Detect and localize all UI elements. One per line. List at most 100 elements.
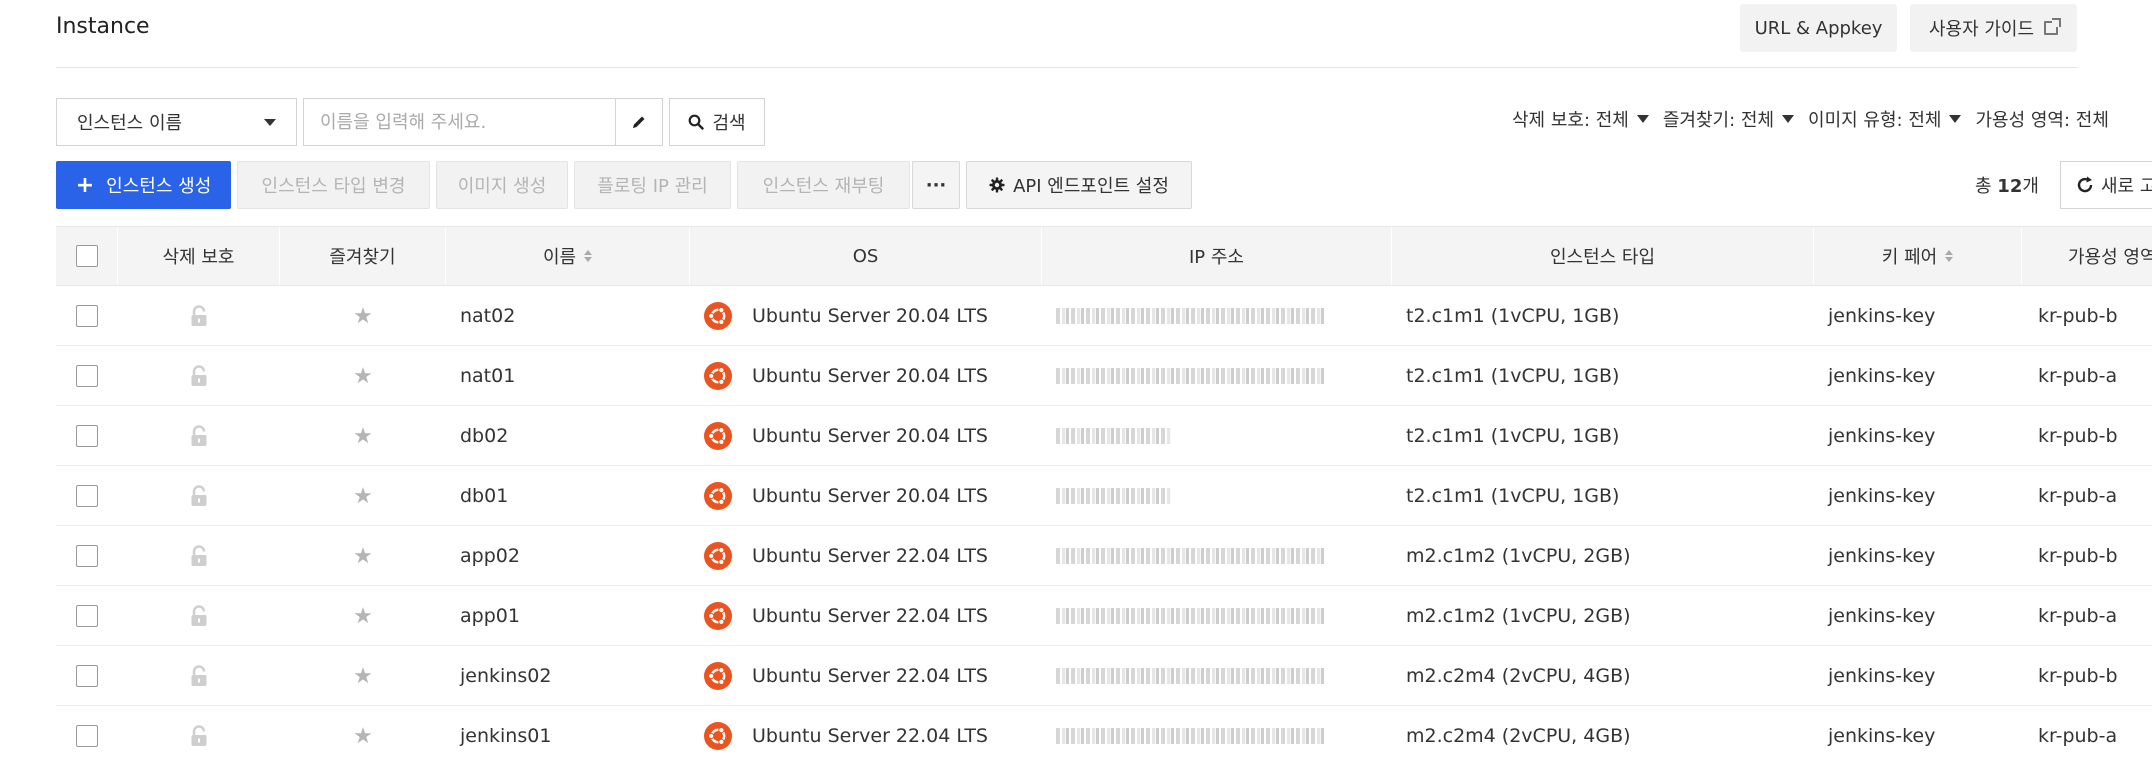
ubuntu-icon	[704, 722, 732, 750]
lock-icon[interactable]	[190, 665, 208, 687]
lock-icon[interactable]	[190, 725, 208, 747]
search-field-select[interactable]: 인스턴스 이름	[56, 98, 297, 146]
instance-type: m2.c1m2 (1vCPU, 2GB)	[1406, 605, 1631, 627]
star-icon[interactable]: ★	[353, 364, 373, 389]
column-keypair[interactable]: 키 페어	[1814, 227, 2022, 285]
row-checkbox[interactable]	[76, 725, 98, 747]
search-button[interactable]: 검색	[669, 98, 765, 146]
lock-icon[interactable]	[190, 605, 208, 627]
row-checkbox[interactable]	[76, 305, 98, 327]
availability-zone: kr-pub-b	[2038, 425, 2118, 447]
availability-zone: kr-pub-a	[2038, 605, 2118, 627]
os-cell: Ubuntu Server 22.04 LTS	[704, 706, 1042, 764]
keypair: jenkins-key	[1828, 485, 1936, 507]
filter-label: 이미지 유형: 전체	[1808, 110, 1942, 131]
lock-icon[interactable]	[190, 485, 208, 507]
edit-search-button[interactable]	[615, 98, 663, 146]
filter-label: 즐겨찾기: 전체	[1662, 110, 1775, 131]
keypair: jenkins-key	[1828, 605, 1936, 627]
instance-name[interactable]: app01	[460, 586, 690, 646]
star-icon[interactable]: ★	[353, 724, 373, 749]
change-instance-type-button[interactable]: 인스턴스 타입 변경	[237, 161, 430, 209]
instance-type: m2.c2m4 (2vCPU, 4GB)	[1406, 725, 1631, 747]
star-icon[interactable]: ★	[353, 484, 373, 509]
filter-delete-protect[interactable]: 삭제 보호: 전체	[1512, 106, 1649, 132]
os-cell: Ubuntu Server 20.04 LTS	[704, 346, 1042, 406]
lock-icon[interactable]	[190, 305, 208, 327]
column-label: 즐겨찾기	[329, 247, 396, 268]
table-row[interactable]: ★ jenkins01 Ubuntu Server 22.04 LTS m2.c…	[56, 706, 2152, 764]
instance-name[interactable]: app02	[460, 526, 690, 586]
favorite-cell: ★	[280, 466, 446, 526]
filter-image-type[interactable]: 이미지 유형: 전체	[1808, 106, 1962, 132]
ip-address-redacted	[1056, 368, 1326, 384]
create-image-button[interactable]: 이미지 생성	[436, 161, 568, 209]
os-name: Ubuntu Server 22.04 LTS	[752, 605, 988, 627]
row-checkbox[interactable]	[76, 665, 98, 687]
ip-cell	[1056, 466, 1392, 526]
floating-ip-button[interactable]: 플로팅 IP 관리	[574, 161, 731, 209]
favorite-cell: ★	[280, 346, 446, 406]
star-icon[interactable]: ★	[353, 664, 373, 689]
ip-address-redacted	[1056, 728, 1326, 744]
select-all-checkbox[interactable]	[75, 245, 98, 267]
row-checkbox[interactable]	[76, 485, 98, 507]
instance-name[interactable]: db02	[460, 406, 690, 466]
column-label: 삭제 보호	[162, 247, 235, 268]
column-name[interactable]: 이름	[446, 227, 690, 285]
table-row[interactable]: ★ app02 Ubuntu Server 22.04 LTS m2.c1m2 …	[56, 526, 2152, 586]
row-checkbox[interactable]	[76, 365, 98, 387]
favorite-cell: ★	[280, 286, 446, 346]
keypair: jenkins-key	[1828, 305, 1936, 327]
instance-name[interactable]: nat01	[460, 346, 690, 406]
pencil-icon	[633, 116, 645, 128]
table-body: ★ nat02 Ubuntu Server 20.04 LTS t2.c1m1 …	[56, 286, 2152, 764]
star-icon[interactable]: ★	[353, 544, 373, 569]
lock-icon[interactable]	[190, 545, 208, 567]
lock-icon[interactable]	[190, 425, 208, 447]
instance-name[interactable]: nat02	[460, 286, 690, 346]
availability-zone: kr-pub-b	[2038, 305, 2118, 327]
reboot-instance-button[interactable]: 인스턴스 재부팅	[737, 161, 910, 209]
search-input[interactable]	[303, 98, 615, 146]
more-actions-button[interactable]: ···	[912, 161, 960, 209]
ip-cell	[1056, 526, 1392, 586]
refresh-button[interactable]: 새로 고침	[2060, 161, 2152, 209]
favorite-cell: ★	[280, 646, 446, 706]
filter-favorite[interactable]: 즐겨찾기: 전체	[1662, 106, 1795, 132]
availability-zone: kr-pub-a	[2038, 725, 2118, 747]
table-row[interactable]: ★ db01 Ubuntu Server 20.04 LTS t2.c1m1 (…	[56, 466, 2152, 526]
lock-icon[interactable]	[190, 365, 208, 387]
api-endpoint-button[interactable]: API 엔드포인트 설정	[966, 161, 1192, 209]
star-icon[interactable]: ★	[353, 304, 373, 329]
user-guide-button[interactable]: 사용자 가이드	[1910, 4, 2077, 52]
table-row[interactable]: ★ app01 Ubuntu Server 22.04 LTS m2.c1m2 …	[56, 586, 2152, 646]
table-row[interactable]: ★ db02 Ubuntu Server 20.04 LTS t2.c1m1 (…	[56, 406, 2152, 466]
row-checkbox[interactable]	[76, 425, 98, 447]
os-name: Ubuntu Server 20.04 LTS	[752, 425, 988, 447]
table-row[interactable]: ★ nat02 Ubuntu Server 20.04 LTS t2.c1m1 …	[56, 286, 2152, 346]
caret-down-icon	[1949, 115, 1962, 123]
row-checkbox[interactable]	[76, 605, 98, 627]
instance-name[interactable]: jenkins02	[460, 646, 690, 706]
ubuntu-icon	[704, 662, 732, 690]
availability-zone: kr-pub-b	[2038, 665, 2118, 687]
caret-down-icon	[1782, 115, 1795, 123]
filter-availability-zone[interactable]: 가용성 영역: 전체	[1975, 106, 2108, 132]
row-checkbox[interactable]	[76, 545, 98, 567]
row-select-cell	[56, 526, 118, 586]
external-link-icon	[2044, 18, 2062, 35]
star-icon[interactable]: ★	[353, 424, 373, 449]
caret-down-icon	[1636, 115, 1649, 123]
table-row[interactable]: ★ jenkins02 Ubuntu Server 22.04 LTS m2.c…	[56, 646, 2152, 706]
star-icon[interactable]: ★	[353, 604, 373, 629]
url-appkey-button[interactable]: URL & Appkey	[1740, 4, 1897, 52]
create-instance-button[interactable]: + 인스턴스 생성	[56, 161, 231, 209]
table-row[interactable]: ★ nat01 Ubuntu Server 20.04 LTS t2.c1m1 …	[56, 346, 2152, 406]
os-name: Ubuntu Server 20.04 LTS	[752, 485, 988, 507]
instance-name[interactable]: jenkins01	[460, 706, 690, 764]
column-favorite: 즐겨찾기	[280, 227, 446, 285]
gear-icon	[989, 177, 1005, 193]
column-label: IP 주소	[1188, 247, 1244, 268]
instance-name[interactable]: db01	[460, 466, 690, 526]
